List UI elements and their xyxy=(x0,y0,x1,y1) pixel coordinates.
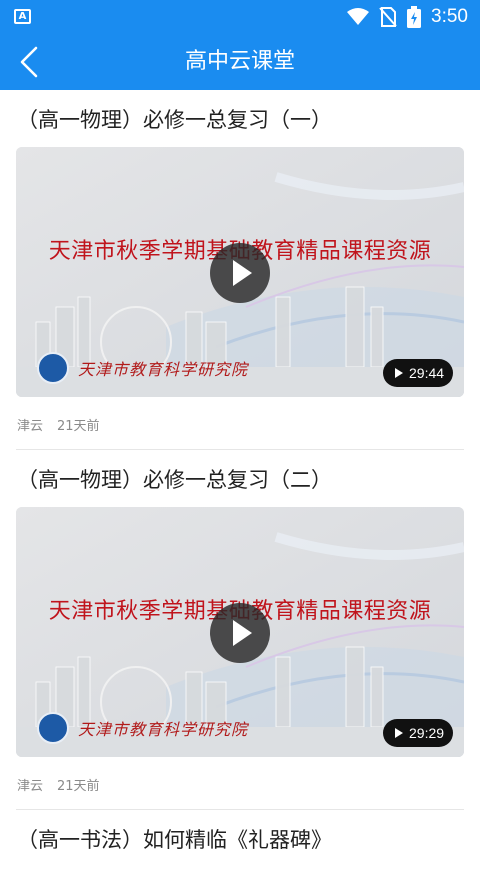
video-card[interactable]: （高一物理）必修一总复习（一） 天津市教育科学研究院 29:44 津云 21天前 xyxy=(0,90,480,450)
no-sim-icon xyxy=(379,7,397,27)
app-bar: 高中云课堂 xyxy=(0,34,480,90)
video-title[interactable]: （高一物理）必修一总复习（一） xyxy=(17,104,332,134)
status-icons: 3:50 xyxy=(347,4,468,30)
video-card[interactable]: （高一书法）如何精临《礼器碑》 xyxy=(0,810,480,870)
video-list: （高一物理）必修一总复习（一） 天津市教育科学研究院 29:44 津云 21天前… xyxy=(0,90,480,870)
institute-name: 天津市教育科学研究院 xyxy=(78,360,249,379)
play-button[interactable] xyxy=(210,603,270,663)
video-thumbnail[interactable]: 天津市秋季学期基础教育精品课程资源 天津市教育科学研究院 29:44 xyxy=(16,147,464,397)
page-title: 高中云课堂 xyxy=(184,49,295,74)
back-button[interactable] xyxy=(12,40,52,84)
small-play-icon xyxy=(395,728,403,738)
video-source: 津云 xyxy=(17,779,44,794)
video-posted-time: 21天前 xyxy=(57,779,100,794)
video-source: 津云 xyxy=(17,419,44,434)
duration-badge: 29:29 xyxy=(383,719,453,747)
status-bar: A 3:50 xyxy=(0,0,480,34)
play-icon xyxy=(233,620,252,646)
institute-logo-icon xyxy=(37,352,69,384)
institute-logo-icon xyxy=(37,712,69,744)
app-notification-icon: A xyxy=(14,9,31,24)
video-meta: 津云 21天前 xyxy=(17,415,100,434)
video-title[interactable]: （高一物理）必修一总复习（二） xyxy=(17,464,332,494)
duration-text: 29:44 xyxy=(409,365,445,381)
duration-text: 29:29 xyxy=(409,725,445,741)
video-card[interactable]: （高一物理）必修一总复习（二） 天津市教育科学研究院 29:29 津云 21天前 xyxy=(0,450,480,810)
video-posted-time: 21天前 xyxy=(57,419,100,434)
institute-name: 天津市教育科学研究院 xyxy=(78,720,249,739)
wifi-icon xyxy=(347,8,370,25)
status-time: 3:50 xyxy=(431,6,468,27)
small-play-icon xyxy=(395,368,403,378)
back-arrow-icon xyxy=(20,46,38,78)
play-icon xyxy=(233,260,252,286)
video-thumbnail[interactable]: 天津市秋季学期基础教育精品课程资源 天津市教育科学研究院 29:29 xyxy=(16,507,464,757)
battery-charging-icon xyxy=(407,6,422,28)
play-button[interactable] xyxy=(210,243,270,303)
duration-badge: 29:44 xyxy=(383,359,453,387)
video-meta: 津云 21天前 xyxy=(17,775,100,794)
video-title[interactable]: （高一书法）如何精临《礼器碑》 xyxy=(17,824,332,854)
